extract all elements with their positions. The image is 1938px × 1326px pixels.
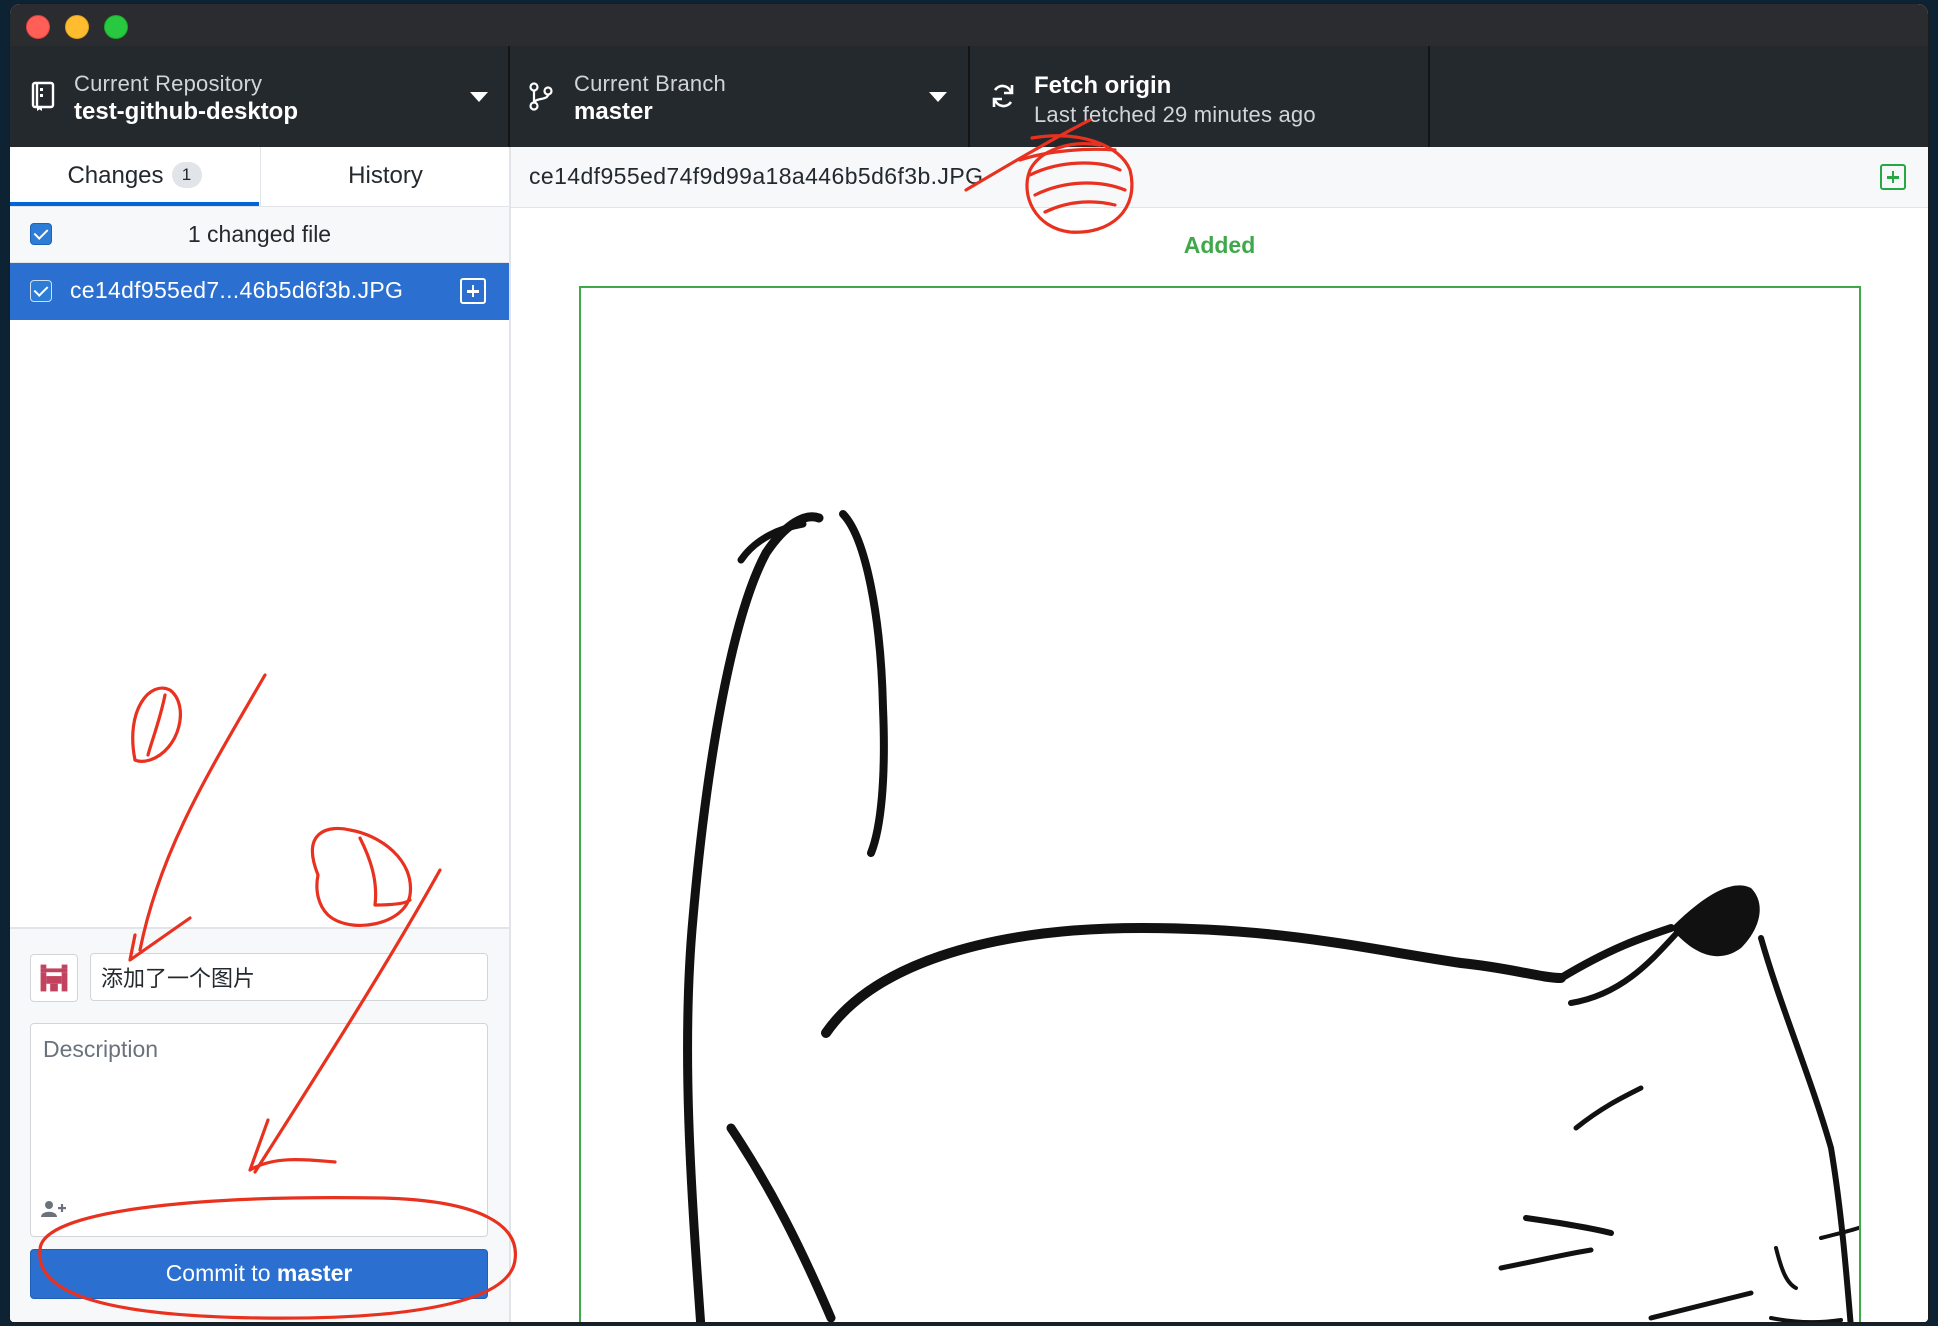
repo-icon: [31, 81, 55, 111]
tab-changes[interactable]: Changes 1: [10, 147, 259, 206]
commit-form: Description Commit to master: [10, 927, 509, 1322]
list-item[interactable]: ce14df955ed7...46b5d6f3b.JPG: [10, 263, 509, 320]
file-include-checkbox[interactable]: [30, 280, 52, 302]
file-added-icon: [460, 278, 486, 304]
sync-icon: [992, 84, 1014, 108]
close-window-button[interactable]: [26, 15, 50, 39]
commit-description-field[interactable]: Description: [30, 1023, 488, 1237]
current-branch-dropdown[interactable]: Current Branch master: [510, 46, 970, 147]
avatar: [30, 954, 78, 1002]
changed-files-count: 1 changed file: [187, 221, 332, 247]
tab-history[interactable]: History: [260, 147, 510, 206]
image-diff-status: Added: [1183, 232, 1256, 258]
commit-button-prefix: Commit to: [165, 1260, 271, 1286]
commit-button-branch: master: [276, 1260, 353, 1286]
description-placeholder: Description: [43, 1036, 159, 1062]
current-branch-name: master: [574, 98, 653, 125]
changes-count-badge: 1: [171, 161, 202, 188]
current-repository-dropdown[interactable]: Current Repository test-github-desktop: [10, 46, 510, 147]
zoom-window-button[interactable]: [104, 15, 128, 39]
chevron-down-icon: [470, 92, 488, 102]
toolbar: Current Repository test-github-desktop C…: [10, 46, 1928, 147]
title-bar: [10, 4, 1928, 46]
commit-summary-input[interactable]: [90, 953, 488, 1001]
commit-button[interactable]: Commit to master: [30, 1249, 488, 1299]
sidebar-tabs: Changes 1 History: [10, 147, 509, 207]
app-window: Current Repository test-github-desktop C…: [10, 4, 1928, 1322]
file-added-icon: [1880, 164, 1906, 190]
last-fetched-status: Last fetched 29 minutes ago: [1034, 102, 1316, 127]
changes-sidebar: Changes 1 History 1 changed file ce14df95…: [10, 147, 511, 1322]
cat-drawing-image: [683, 510, 1859, 1322]
file-name: ce14df955ed7...46b5d6f3b.JPG: [70, 277, 404, 303]
current-branch-label: Current Branch: [574, 71, 726, 96]
diff-view: ce14df955ed74f9d99a18a446b5d6f3b.JPG Add…: [511, 147, 1928, 1322]
added-image-preview: [579, 286, 1861, 1322]
fetch-origin-button[interactable]: Fetch origin Last fetched 29 minutes ago: [970, 46, 1430, 147]
tab-changes-label: Changes: [67, 162, 164, 189]
minimize-window-button[interactable]: [65, 15, 89, 39]
branch-icon: [529, 82, 553, 111]
changed-files-header: 1 changed file: [10, 207, 509, 263]
current-repository-name: test-github-desktop: [74, 98, 298, 125]
file-path: ce14df955ed74f9d99a18a446b5d6f3b.JPG: [529, 163, 984, 189]
diff-header: ce14df955ed74f9d99a18a446b5d6f3b.JPG: [511, 147, 1928, 208]
add-coauthor-icon[interactable]: [41, 1200, 67, 1218]
fetch-origin-title: Fetch origin: [1034, 72, 1172, 99]
chevron-down-icon: [929, 92, 947, 102]
current-repository-label: Current Repository: [74, 71, 263, 96]
tab-history-label: History: [348, 162, 423, 189]
